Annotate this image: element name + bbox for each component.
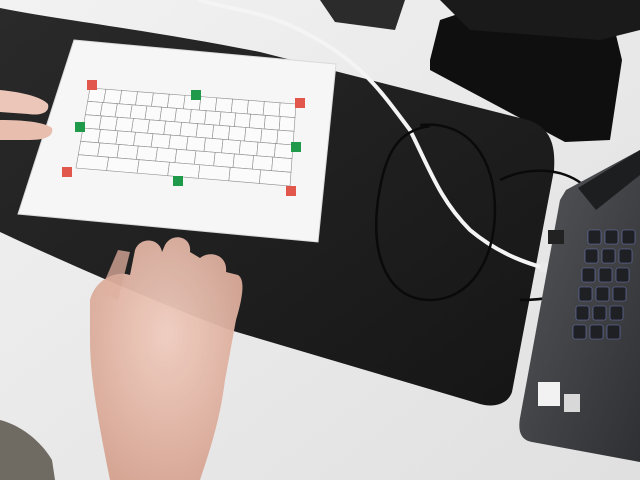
printed-key	[106, 156, 140, 174]
laptop-key	[584, 248, 599, 264]
printed-key	[136, 159, 170, 177]
printed-key	[204, 110, 222, 126]
printed-key	[185, 136, 206, 152]
printed-key	[179, 122, 199, 138]
printed-key	[195, 123, 215, 139]
red-marker	[286, 186, 296, 196]
printed-key	[234, 112, 251, 129]
red-marker	[87, 80, 97, 90]
printed-key	[167, 161, 201, 179]
laptop-key	[606, 324, 621, 340]
printed-key	[246, 99, 265, 116]
printed-key	[98, 115, 118, 131]
printed-key	[189, 109, 207, 125]
printed-key	[99, 102, 118, 118]
laptop-key	[592, 305, 607, 321]
laptop-port	[548, 230, 564, 244]
laptop-key	[572, 324, 587, 340]
laptop-key	[618, 248, 633, 264]
printed-key	[119, 90, 138, 106]
photo-scene	[0, 0, 640, 480]
laptop-key	[621, 229, 636, 245]
printed-key	[97, 129, 119, 145]
printed-key	[252, 155, 274, 172]
printed-key	[150, 133, 171, 149]
laptop-sticker	[538, 382, 560, 406]
laptop-sticker-small	[564, 394, 580, 412]
laptop-key	[587, 229, 602, 245]
printed-key	[155, 147, 178, 164]
printed-key	[256, 141, 276, 158]
printed-key	[230, 98, 249, 115]
laptop-key	[589, 324, 604, 340]
printed-key	[221, 139, 241, 155]
green-marker	[291, 142, 301, 152]
laptop-key	[612, 286, 627, 302]
red-marker	[295, 98, 305, 108]
laptop-key	[578, 286, 593, 302]
printed-key	[82, 114, 102, 130]
laptop-key	[615, 267, 630, 283]
printed-key	[103, 88, 123, 105]
printed-key	[219, 111, 237, 127]
printed-key	[87, 87, 107, 103]
printed-key	[167, 93, 186, 110]
printed-key	[198, 96, 218, 112]
printed-key	[274, 143, 294, 159]
printed-key	[259, 169, 292, 187]
printed-key	[135, 145, 158, 162]
printed-key	[168, 134, 189, 151]
laptop-key	[598, 267, 613, 283]
printed-key	[114, 103, 133, 119]
printed-key	[174, 148, 197, 165]
green-marker	[75, 122, 85, 132]
red-marker	[62, 167, 72, 177]
printed-key	[131, 118, 150, 134]
printed-key	[75, 154, 110, 171]
printed-key	[214, 97, 233, 113]
printed-key	[84, 101, 103, 117]
printed-key	[262, 101, 281, 117]
laptop-key	[609, 305, 624, 321]
printed-key	[133, 131, 154, 148]
printed-key	[159, 106, 177, 123]
photo-canvas	[0, 0, 640, 480]
printed-key	[151, 92, 170, 108]
printed-key	[260, 128, 279, 145]
printed-key	[193, 150, 216, 167]
printed-key	[211, 124, 231, 141]
printed-key	[278, 116, 296, 132]
green-marker	[173, 176, 183, 186]
laptop-key	[575, 305, 590, 321]
printed-key	[238, 140, 259, 157]
printed-key	[228, 166, 261, 184]
printed-key	[116, 144, 139, 160]
laptop-key	[604, 229, 619, 245]
printed-key	[97, 142, 120, 159]
printed-key	[114, 116, 134, 133]
printed-key	[77, 141, 101, 157]
printed-key	[163, 120, 182, 137]
laptop-key	[601, 248, 616, 264]
printed-key	[228, 125, 247, 142]
printed-key	[147, 119, 166, 135]
printed-key	[263, 115, 281, 131]
printed-key	[135, 91, 154, 107]
printed-key	[213, 152, 235, 168]
green-marker	[191, 90, 201, 100]
laptop-key	[581, 267, 596, 283]
printed-key	[129, 104, 148, 120]
printed-key	[174, 108, 192, 124]
printed-key	[278, 102, 297, 118]
printed-key	[197, 164, 231, 182]
printed-key	[244, 127, 263, 143]
laptop-key	[595, 286, 610, 302]
printed-key	[203, 137, 224, 154]
printed-key	[271, 156, 293, 173]
printed-key	[232, 153, 254, 170]
printed-key	[144, 105, 163, 121]
printed-key	[115, 130, 136, 146]
keyboard-paper	[17, 39, 337, 243]
printed-key	[248, 113, 266, 130]
